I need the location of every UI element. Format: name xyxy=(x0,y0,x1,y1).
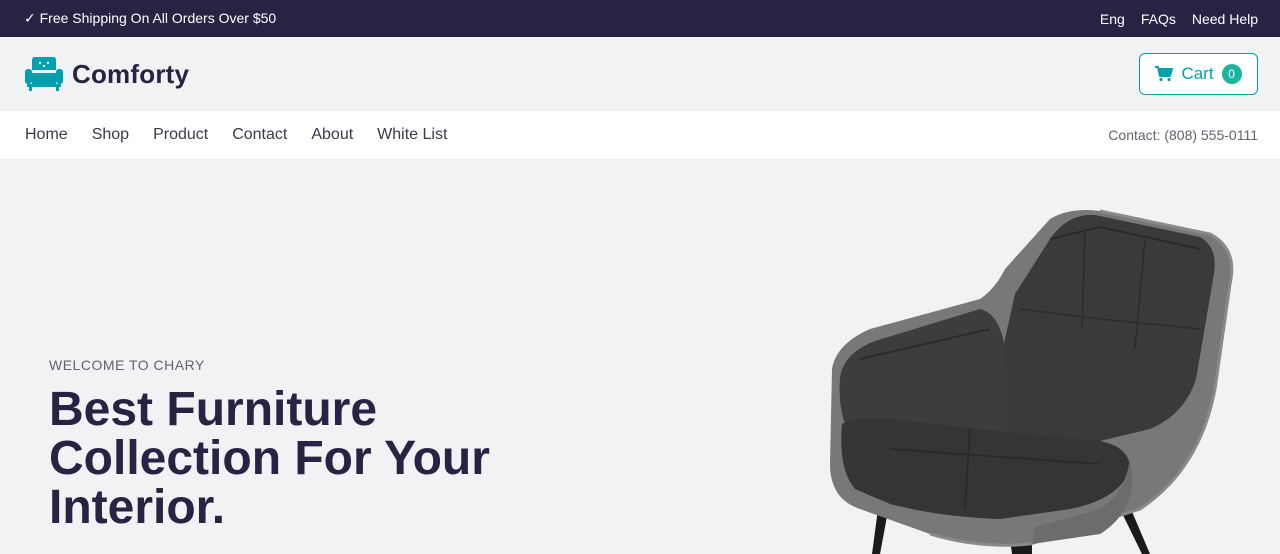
hero-section: WELCOME TO CHARY Best Furniture Collecti… xyxy=(0,159,1280,554)
contact-phone[interactable]: (808) 555-0111 xyxy=(1164,127,1258,143)
cart-count-badge: 0 xyxy=(1221,64,1242,84)
nav-links: Home Shop Product Contact About White Li… xyxy=(25,126,447,144)
cart-label: Cart xyxy=(1181,64,1214,83)
cart-icon xyxy=(1155,66,1174,82)
free-shipping-text: ✓ Free Shipping On All Orders Over $50 xyxy=(24,10,277,26)
armchair-logo-icon xyxy=(25,57,63,91)
hero-headline: Best Furniture Collection For Your Inter… xyxy=(49,385,490,532)
armchair-product-image xyxy=(830,209,1234,554)
topbar-links: Eng FAQs Need Help xyxy=(1100,11,1258,27)
faqs-link[interactable]: FAQs xyxy=(1141,11,1176,27)
nav-item-white-list[interactable]: White List xyxy=(377,126,447,144)
nav-item-about[interactable]: About xyxy=(311,126,353,144)
need-help-link[interactable]: Need Help xyxy=(1192,11,1258,27)
cart-button[interactable]: Cart 0 xyxy=(1139,53,1258,95)
nav-item-shop[interactable]: Shop xyxy=(92,126,129,144)
top-announcement-bar: ✓ Free Shipping On All Orders Over $50 E… xyxy=(0,0,1280,37)
hero-headline-line-2: Collection For Your xyxy=(49,432,490,485)
contact-info: Contact: (808) 555-0111 xyxy=(1108,127,1258,143)
hero-headline-line-1: Best Furniture xyxy=(49,383,378,436)
hero-text: WELCOME TO CHARY Best Furniture Collecti… xyxy=(49,357,490,532)
brand-name: Comforty xyxy=(72,58,190,89)
hero-headline-line-3: Interior. xyxy=(49,481,226,534)
nav-item-product[interactable]: Product xyxy=(153,126,208,144)
contact-label: Contact: xyxy=(1108,127,1161,143)
brand-logo[interactable]: Comforty xyxy=(24,56,189,92)
nav-item-home[interactable]: Home xyxy=(25,126,68,144)
hero-welcome: WELCOME TO CHARY xyxy=(49,357,205,373)
nav-item-contact[interactable]: Contact xyxy=(232,126,287,144)
main-navigation: Home Shop Product Contact About White Li… xyxy=(0,111,1280,159)
language-selector[interactable]: Eng xyxy=(1100,11,1125,27)
site-header: Comforty Cart 0 xyxy=(0,37,1280,111)
